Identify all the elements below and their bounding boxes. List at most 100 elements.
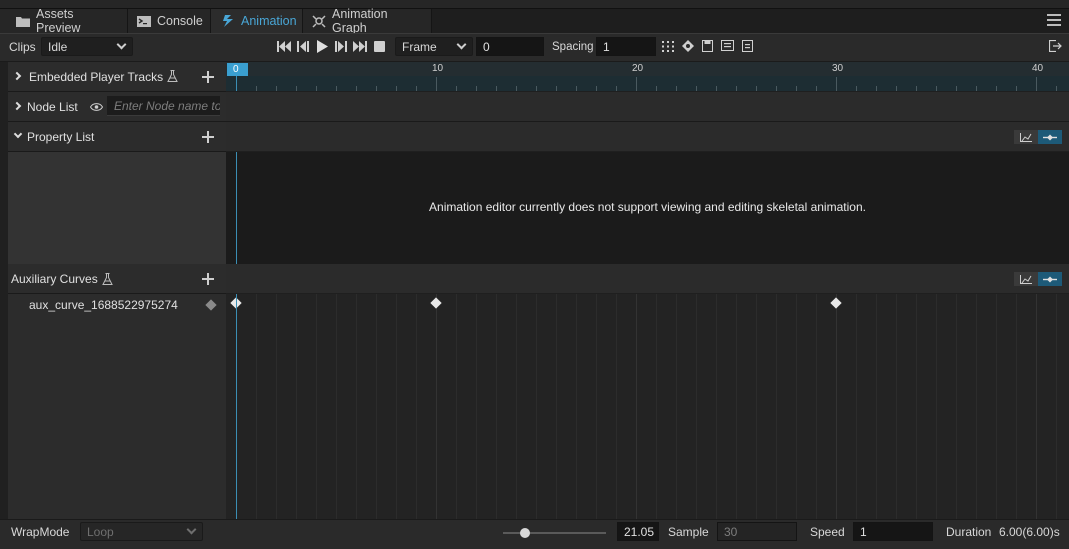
grid-line — [456, 294, 457, 519]
ruler-tick — [1036, 77, 1037, 91]
chevron-right-icon — [12, 71, 22, 81]
ruler-tick — [576, 86, 577, 91]
sample-input[interactable]: 30 — [717, 522, 797, 541]
wrapmode-select[interactable]: Loop — [80, 522, 203, 541]
ruler-tick — [936, 86, 937, 91]
ruler-tick — [296, 86, 297, 91]
keyframe-view-icon[interactable] — [1038, 130, 1062, 144]
speed-slider-handle[interactable] — [520, 528, 530, 538]
current-frame-input[interactable]: 0 — [476, 37, 544, 56]
ruler-tick — [996, 86, 997, 91]
grid-line — [476, 294, 477, 519]
jump-first-button[interactable] — [277, 41, 291, 55]
ruler-tick — [876, 86, 877, 91]
ruler-tick — [956, 86, 957, 91]
speed-slider-track[interactable] — [503, 532, 606, 534]
chevron-down-icon — [116, 39, 127, 50]
speed-input[interactable]: 1 — [853, 522, 933, 541]
auxiliary-view-toggle[interactable] — [1014, 272, 1062, 286]
ruler-tick — [596, 86, 597, 91]
grid-line — [1016, 294, 1017, 519]
ruler-tick — [356, 86, 357, 91]
ruler-tick — [836, 77, 837, 91]
tab-assets-preview[interactable]: Assets Preview — [0, 7, 128, 35]
auxiliary-track-grid[interactable] — [226, 294, 1069, 519]
tab-console[interactable]: Console — [128, 9, 211, 33]
keyframe-diamond-icon[interactable] — [205, 299, 217, 311]
grid-line — [276, 294, 277, 519]
tab-animation-graph[interactable]: Animation Graph — [303, 7, 432, 35]
list-item[interactable]: aux_curve_1688522975274 — [8, 294, 226, 316]
tab-animation[interactable]: Animation — [211, 9, 303, 33]
spacing-input[interactable]: 1 — [596, 37, 656, 56]
chevron-down-icon — [13, 129, 23, 139]
ruler-tick — [656, 86, 657, 91]
current-frame-marker[interactable]: 0 — [227, 63, 248, 76]
stop-button[interactable] — [374, 41, 385, 52]
save-icon[interactable] — [702, 40, 713, 55]
node-list-row[interactable]: Node List Enter Node name to search — [8, 92, 226, 122]
eye-icon[interactable] — [89, 101, 104, 115]
tick-label: 40 — [1032, 63, 1044, 74]
grid-line — [1036, 294, 1037, 519]
grid-dots-icon[interactable] — [662, 41, 674, 55]
add-embedded-track-button[interactable] — [202, 71, 214, 83]
playhead-line — [236, 76, 237, 91]
prev-frame-button[interactable] — [297, 41, 309, 55]
add-auxiliary-curve-button[interactable] — [202, 273, 214, 285]
curve-view-icon[interactable] — [1014, 130, 1038, 144]
node-list-track-bar — [226, 92, 1069, 122]
ruler-tick — [276, 86, 277, 91]
speed-label: Speed — [810, 525, 845, 539]
grid-line — [1056, 294, 1057, 519]
next-frame-button[interactable] — [335, 41, 347, 55]
time-input[interactable]: 21.05 — [617, 522, 659, 541]
exit-icon[interactable] — [1048, 39, 1062, 55]
ruler-tick — [736, 86, 737, 91]
keyframe-view-icon[interactable] — [1038, 272, 1062, 286]
ruler-tick — [816, 86, 817, 91]
tick-label: 10 — [432, 63, 444, 74]
flask-icon — [167, 70, 178, 85]
flask-icon — [102, 273, 113, 288]
ruler-tick — [536, 86, 537, 91]
tick-label: 30 — [832, 63, 844, 74]
property-list-header[interactable]: Property List — [8, 122, 226, 152]
node-search-input[interactable]: Enter Node name to search — [107, 96, 220, 116]
grid-line — [856, 294, 857, 519]
property-view-toggle[interactable] — [1014, 130, 1062, 144]
ruler-tick — [756, 86, 757, 91]
ruler-tick — [416, 86, 417, 91]
auxiliary-track-bar — [226, 264, 1069, 293]
add-property-button[interactable] — [202, 131, 214, 143]
time-unit-select[interactable]: Frame — [395, 37, 473, 56]
grid-line — [996, 294, 997, 519]
chevron-down-icon — [186, 524, 197, 535]
graph-icon — [312, 14, 326, 28]
chevron-down-icon — [456, 39, 467, 50]
grid-line — [256, 294, 257, 519]
ruler-header-band — [226, 62, 1069, 76]
play-button[interactable] — [317, 40, 328, 56]
tab-label: Animation Graph — [332, 7, 388, 35]
ruler-tick — [476, 86, 477, 91]
panel-menu-icon[interactable] — [1047, 14, 1061, 26]
curve-name: aux_curve_1688522975274 — [29, 298, 178, 312]
document-icon[interactable] — [742, 40, 753, 55]
event-icon[interactable] — [721, 40, 734, 54]
duration-value: 6.00(6.00)s — [999, 525, 1060, 539]
grid-line — [876, 294, 877, 519]
duration-label: Duration — [946, 525, 992, 539]
clip-select-value: Idle — [48, 40, 68, 54]
auxiliary-curves-header[interactable]: Auxiliary Curves — [8, 264, 226, 294]
keyframe-add-icon[interactable] — [682, 40, 694, 55]
left-gutter — [0, 62, 8, 519]
grid-line — [596, 294, 597, 519]
ruler-tick — [1056, 86, 1057, 91]
grid-line — [336, 294, 337, 519]
clip-select[interactable]: Idle — [41, 37, 133, 56]
jump-last-button[interactable] — [353, 41, 367, 55]
curve-view-icon[interactable] — [1014, 272, 1038, 286]
playhead-line — [236, 152, 237, 264]
embedded-player-tracks-row[interactable]: Embedded Player Tracks — [8, 62, 226, 92]
